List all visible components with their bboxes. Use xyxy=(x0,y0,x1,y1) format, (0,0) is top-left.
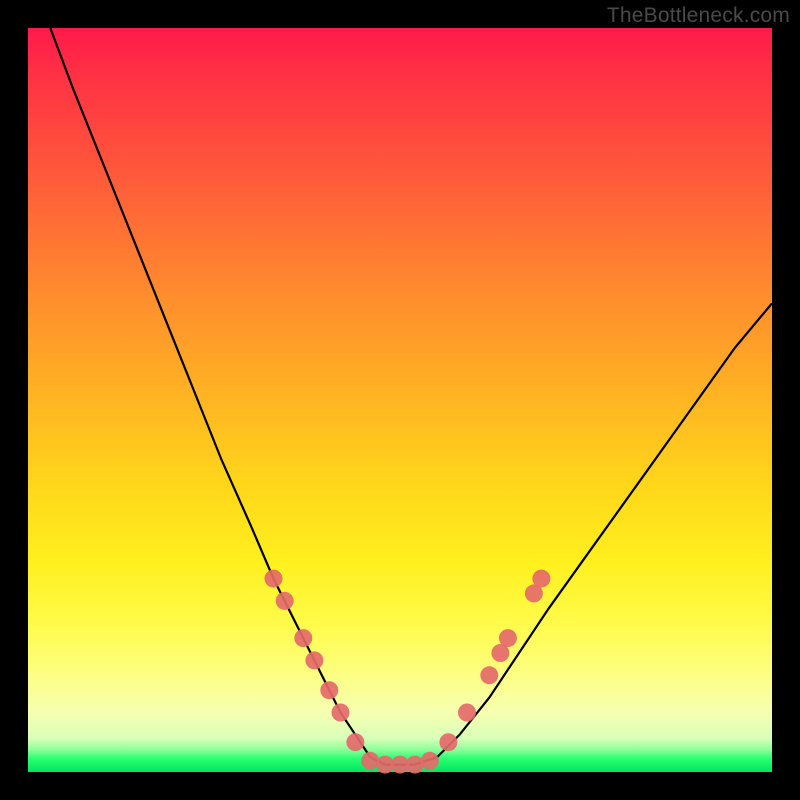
data-marker xyxy=(532,570,550,588)
plot-area xyxy=(28,28,772,772)
chart-frame: TheBottleneck.com xyxy=(0,0,800,800)
data-marker xyxy=(332,704,350,722)
data-marker xyxy=(305,651,323,669)
watermark-text: TheBottleneck.com xyxy=(607,4,790,28)
data-marker xyxy=(480,666,498,684)
data-marker xyxy=(439,733,457,751)
data-marker xyxy=(294,629,312,647)
data-marker xyxy=(265,570,283,588)
data-marker xyxy=(346,733,364,751)
data-marker xyxy=(276,592,294,610)
curve-layer xyxy=(50,28,772,765)
bottleneck-curve xyxy=(50,28,772,765)
data-marker xyxy=(421,752,439,770)
data-marker xyxy=(458,704,476,722)
chart-svg xyxy=(28,28,772,772)
data-marker xyxy=(320,681,338,699)
data-marker xyxy=(499,629,517,647)
